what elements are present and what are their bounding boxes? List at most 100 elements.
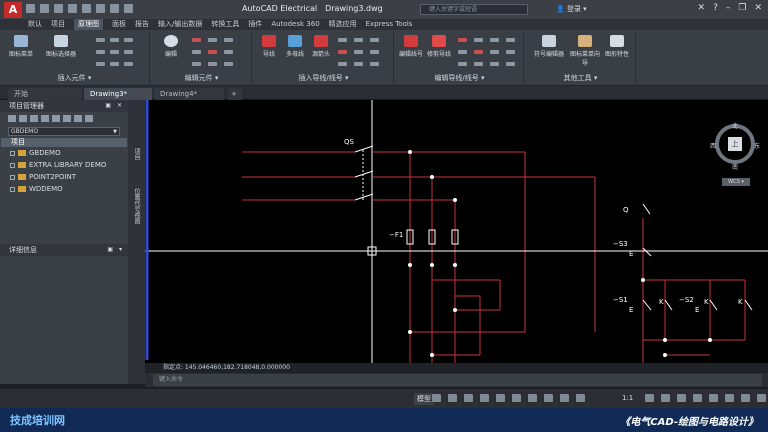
- drawing-canvas[interactable]: QS −F1 Q −S3 E −S1 E K −S2 E K K 上 北 南 东…: [145, 100, 768, 384]
- label-k2: K: [704, 298, 709, 306]
- plot-icon[interactable]: [124, 4, 133, 13]
- hardware-icon[interactable]: [725, 394, 734, 402]
- panel-controls[interactable]: ▣ ✕: [105, 100, 124, 112]
- project-manager-panel: 项目管理器▣ ✕ GBDEMO 项目 GBDEMO EXTRA LIBRARY …: [0, 100, 128, 384]
- menu-tab[interactable]: 面板: [112, 19, 126, 30]
- app-logo-button[interactable]: A: [4, 2, 22, 18]
- undo-icon[interactable]: [96, 4, 105, 13]
- settings-icon[interactable]: [85, 115, 93, 122]
- menu-tab[interactable]: 转换工具: [211, 19, 239, 30]
- new-drawing-icon[interactable]: [30, 115, 38, 122]
- workspace-icon[interactable]: [645, 394, 654, 402]
- project-tree: 项目 GBDEMO EXTRA LIBRARY DEMO POINT2POINT…: [0, 138, 128, 195]
- file-tabs: 开始 Drawing3* Drawing4* +: [0, 86, 768, 100]
- grid-icon[interactable]: [432, 394, 441, 402]
- new-icon[interactable]: [26, 4, 35, 13]
- project-select[interactable]: GBDEMO: [8, 127, 120, 136]
- edit-wire-button[interactable]: 编辑线号: [396, 35, 426, 58]
- menu-tab[interactable]: 项目: [51, 19, 65, 30]
- drawing-properties-button[interactable]: 图形特性: [602, 35, 632, 58]
- ribbon: 图标菜单 图标选择器 插入元件 ▾ 编辑 编辑元件 ▾ 导线 多母线 源箭头 插…: [0, 30, 768, 86]
- redo-icon[interactable]: [110, 4, 119, 13]
- icon-menu-button[interactable]: 图标菜单: [6, 35, 36, 58]
- snap-icon[interactable]: [448, 394, 457, 402]
- transparency-icon[interactable]: [544, 394, 553, 402]
- open-icon[interactable]: [40, 4, 49, 13]
- menu-tab[interactable]: 报告: [135, 19, 149, 30]
- units-icon[interactable]: [677, 394, 686, 402]
- tag-icon[interactable]: [74, 115, 82, 122]
- icon-browser-button[interactable]: 图标选择器: [46, 35, 76, 58]
- tab-start[interactable]: 开始: [8, 88, 82, 100]
- open-project-icon[interactable]: [8, 115, 16, 122]
- new-project-icon[interactable]: [19, 115, 27, 122]
- group-label: 插入元件 ▾: [57, 74, 92, 82]
- title-block-icon[interactable]: [63, 115, 71, 122]
- menu-tab[interactable]: 插件: [248, 19, 262, 30]
- project-item[interactable]: GBDEMO: [0, 147, 128, 159]
- properties-icon[interactable]: [52, 115, 60, 122]
- edit-button[interactable]: 编辑: [156, 35, 186, 58]
- help-icon[interactable]: ?: [713, 3, 718, 13]
- group-label: 编辑导线/线号 ▾: [434, 74, 485, 82]
- plus-icon[interactable]: [661, 394, 670, 402]
- side-tab-location-view[interactable]: 位置代号视图: [132, 188, 141, 224]
- group-label: 编辑元件 ▾: [184, 74, 219, 82]
- restore-icon[interactable]: ❐: [738, 3, 746, 13]
- annotation-icon[interactable]: [576, 394, 585, 402]
- quick-properties-icon[interactable]: [693, 394, 702, 402]
- isolate-icon[interactable]: [709, 394, 718, 402]
- details-title: 详细信息 ▣ ▾: [0, 244, 128, 256]
- print-icon[interactable]: [82, 4, 91, 13]
- polar-icon[interactable]: [480, 394, 489, 402]
- compass-south: 南: [732, 164, 739, 171]
- otrack-icon[interactable]: [512, 394, 521, 402]
- ribbon-group-other-tools: 符号编辑器 图标菜单向导 图形特性 其他工具 ▾: [526, 32, 636, 84]
- search-input[interactable]: 键入关键字或短语: [420, 4, 528, 15]
- viewcube-top[interactable]: 上: [728, 137, 742, 151]
- ortho-icon[interactable]: [464, 394, 473, 402]
- model-button[interactable]: 模型: [414, 393, 434, 405]
- menu-tab[interactable]: 默认: [28, 19, 42, 30]
- save-as-icon[interactable]: [68, 4, 77, 13]
- command-input[interactable]: 键入命令: [153, 374, 762, 386]
- tab-drawing4[interactable]: Drawing4*: [154, 88, 224, 100]
- fullscreen-icon[interactable]: [741, 394, 750, 402]
- trim-wire-button[interactable]: 修剪导线: [424, 35, 454, 58]
- folder-icon: [18, 174, 26, 180]
- refresh-icon[interactable]: [41, 115, 49, 122]
- command-window: 指定点: 145.046460,182.718048,0.000000 键入命令: [145, 363, 768, 387]
- minimize-icon[interactable]: –: [726, 3, 731, 13]
- side-tab-strip: 项目 位置代号视图: [128, 100, 145, 384]
- osnap-icon[interactable]: [496, 394, 505, 402]
- compass-north: 北: [732, 123, 739, 130]
- menu-tab[interactable]: 原理图: [74, 19, 103, 30]
- ucs-menu[interactable]: WCS ▾: [722, 178, 750, 186]
- menu-tab[interactable]: 精选应用: [329, 19, 357, 30]
- save-icon[interactable]: [54, 4, 63, 13]
- project-item[interactable]: WDDEMO: [0, 183, 128, 195]
- icon-menu-wizard-button[interactable]: 图标菜单向导: [570, 35, 600, 67]
- selection-cycling-icon[interactable]: [560, 394, 569, 402]
- new-tab-button[interactable]: +: [228, 88, 242, 100]
- menu-tab[interactable]: Express Tools: [366, 19, 413, 30]
- source-arrow-button[interactable]: 源箭头: [306, 35, 336, 58]
- lineweight-icon[interactable]: [528, 394, 537, 402]
- symbol-editor-button[interactable]: 符号编辑器: [534, 35, 564, 58]
- folder-icon: [18, 150, 26, 156]
- sign-in-button[interactable]: 👤 登录 ▾: [556, 4, 587, 14]
- menu-tab[interactable]: Autodesk 360: [271, 19, 319, 30]
- tab-drawing3[interactable]: Drawing3*: [84, 88, 152, 100]
- course-title: 《电气CAD-绘图与电路设计》: [620, 417, 758, 428]
- scale-select[interactable]: 1:1: [622, 394, 633, 402]
- ribbon-group-insert-components: 图标菜单 图标选择器 插入元件 ▾: [0, 32, 150, 84]
- project-item[interactable]: EXTRA LIBRARY DEMO: [0, 159, 128, 171]
- label-k3: K: [738, 298, 743, 306]
- project-item[interactable]: POINT2POINT: [0, 171, 128, 183]
- menu-tab[interactable]: 输入/输出数据: [158, 19, 202, 30]
- side-tab-project[interactable]: 项目: [132, 148, 141, 160]
- customize-icon[interactable]: [757, 394, 766, 402]
- video-footer: 技成培训网 《电气CAD-绘图与电路设计》: [0, 408, 768, 432]
- exchange-icon[interactable]: ✕: [698, 3, 706, 13]
- close-icon[interactable]: ✕: [754, 3, 762, 13]
